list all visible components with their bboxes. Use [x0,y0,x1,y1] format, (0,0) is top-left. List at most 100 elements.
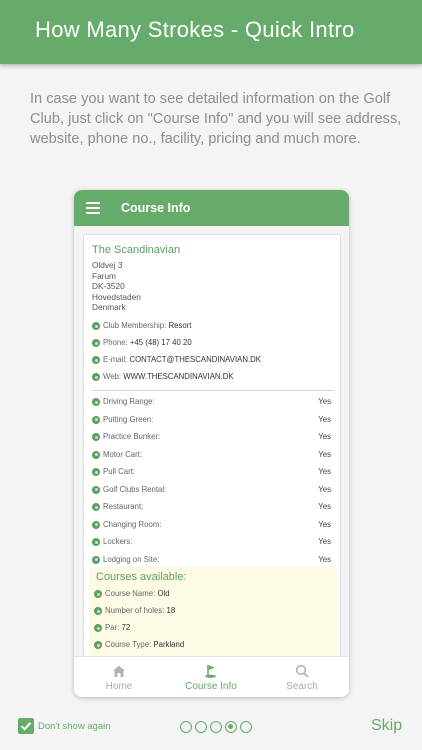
course-info-card: The Scandinavian Oldvej 3 Farum DK-3520 … [83,234,341,656]
bullet-icon [92,555,100,564]
page-dot[interactable] [180,721,192,733]
email-value[interactable]: CONTACT@THESCANDINAVIAN.DK [129,355,261,364]
dont-show-again-label[interactable]: Don't show again [38,721,111,732]
address-line: Farum [92,270,116,281]
golf-flag-icon [205,665,216,678]
course-label: Course Type: [105,640,152,649]
facility-label: Changing Room: [103,519,162,529]
home-icon [113,665,125,677]
bullet-icon [92,339,100,347]
facility-row: Practice Bunker: Yes [92,432,334,444]
facility-value: Yes [318,502,331,511]
bottom-tab-bar: Home Course Info Search [74,656,349,697]
search-icon [295,664,309,678]
dont-show-again-checkbox[interactable] [18,718,34,734]
contact-row-phone[interactable]: Phone: +45 (48) 17 40 20 [92,338,334,350]
page-title: How Many Strokes - Quick Intro [35,17,355,42]
hamburger-menu-icon[interactable] [86,202,100,214]
tab-label: Course Info [185,681,237,692]
contact-label: Phone: [103,338,128,347]
facility-label: Driving Range: [103,397,155,406]
facility-row: Lockers: Yes [92,537,334,549]
bullet-icon [92,373,100,381]
facility-label: Golf Clubs Rental: [103,484,167,494]
address-line: DK-3520 [92,281,125,291]
facility-row: Pull Cart: Yes [92,467,334,479]
course-row: Par: 72 [94,623,332,635]
tab-label: Search [286,681,318,692]
facility-value: Yes [318,414,331,424]
page-dot[interactable] [240,721,252,733]
facility-row: Changing Room: Yes [92,520,334,532]
facility-row: Restaurant: Yes [92,502,334,514]
address-line: Hovedstaden [92,291,141,302]
bullet-icon [94,607,102,615]
course-value: 72 [121,623,131,632]
bullet-icon [92,503,100,511]
contact-value: Resort [168,321,192,330]
phone-value[interactable]: +45 (48) 17 40 20 [130,338,192,347]
bullet-icon [92,485,100,494]
phone-mockup: Course Info The Scandinavian Oldvej 3 Fa… [74,190,349,697]
bullet-icon [92,415,100,424]
section-divider [92,390,334,391]
checkmark-icon [20,722,32,731]
page-dot[interactable] [210,721,222,733]
bullet-icon [92,322,100,330]
contact-label: Web: [103,372,122,381]
tab-search[interactable]: Search [257,657,347,697]
facility-label: Pull Cart: [103,467,136,476]
bullet-icon [92,520,100,529]
course-row: Number of holes: 18 [94,606,332,618]
address-line: Oldvej 3 [92,260,123,270]
facility-value: Yes [318,467,331,476]
bullet-icon [92,538,100,546]
skip-button[interactable]: Skip [371,717,402,735]
facility-row: Motor Cart: Yes [92,450,334,462]
bullet-icon [94,590,102,598]
facility-label: Motor Cart: [103,449,142,459]
courses-title: Courses available: [96,571,187,583]
contact-row-email[interactable]: E-mail: CONTACT@THESCANDINAVIAN.DK [92,355,334,367]
bullet-icon [92,356,100,364]
facility-label: Lockers: [103,537,133,546]
facility-row: Driving Range: Yes [92,397,334,409]
phone-screen-body: The Scandinavian Oldvej 3 Farum DK-3520 … [74,226,349,656]
course-label: Par: [105,623,120,632]
header-bar: How Many Strokes - Quick Intro [0,0,422,64]
facility-row: Putting Green: Yes [92,415,334,427]
facility-value: Yes [318,484,331,494]
tab-label: Home [105,681,133,692]
course-value: Parkland [153,640,185,649]
page-dot[interactable] [195,721,207,733]
facility-row: Golf Clubs Rental: Yes [92,485,334,497]
facility-value: Yes [318,537,331,546]
course-label: Course Name: [105,589,156,598]
facility-label: Restaurant: [103,502,144,511]
course-row: Course Name: Old [94,589,332,601]
bullet-icon [92,450,100,459]
contact-label: Club Membership: [103,321,167,330]
facility-label: Practice Bunker: [103,432,161,441]
phone-app-bar: Course Info [74,190,349,226]
facility-value: Yes [318,554,331,564]
bullet-icon [92,433,100,441]
bullet-icon [94,641,102,649]
facility-row: Lodging on Site: Yes [92,555,334,567]
facility-value: Yes [318,432,331,441]
facility-label: Putting Green: [103,414,154,424]
course-label: Number of holes: [105,606,165,615]
facility-value: Yes [318,449,331,459]
contact-row-web[interactable]: Web: WWW.THESCANDINAVIAN.DK [92,372,334,384]
course-value: 18 [166,606,176,615]
tab-home[interactable]: Home [74,657,164,697]
facility-value: Yes [318,519,331,529]
club-name: The Scandinavian [92,244,181,256]
tab-course-info[interactable]: Course Info [166,657,256,697]
web-value[interactable]: WWW.THESCANDINAVIAN.DK [123,372,233,381]
facility-label: Lodging on Site: [103,554,160,564]
course-value: Old [157,589,170,598]
bullet-icon [94,624,102,632]
page-dot-active[interactable] [225,721,237,733]
bullet-icon [92,398,100,406]
